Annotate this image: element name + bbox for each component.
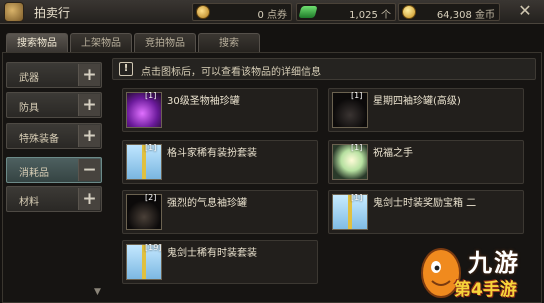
category-armor[interactable]: 防具 + — [6, 92, 102, 118]
item-card[interactable]: [1] 格斗家稀有装扮套装 — [122, 140, 318, 184]
tab-search[interactable]: 搜索 — [198, 33, 260, 52]
category-label: 武器 — [19, 73, 39, 84]
auction-house-icon — [4, 2, 24, 22]
item-card[interactable]: [1] 星期四袖珍罐(高级) — [328, 88, 524, 132]
scroll-down-icon[interactable]: ▼ — [94, 287, 101, 297]
black-jar-icon[interactable] — [332, 92, 368, 128]
item-quantity: [1] — [145, 91, 157, 100]
item-card[interactable]: [1] 祝福之手 — [328, 140, 524, 184]
gem-value: 1,025 — [349, 10, 378, 21]
coupon-icon — [196, 5, 210, 19]
info-bar: ! 点击图标后，可以查看该物品的详细信息 — [112, 58, 536, 80]
item-name: 星期四袖珍罐(高级) — [373, 96, 461, 107]
item-name: 格斗家稀有装扮套装 — [167, 148, 257, 159]
category-special-equipment[interactable]: 特殊装备 + — [6, 123, 102, 149]
item-name: 强烈的气息袖珍罐 — [167, 198, 247, 209]
category-label: 消耗品 — [19, 168, 49, 179]
category-materials[interactable]: 材料 + — [6, 186, 102, 212]
category-label: 特殊装备 — [19, 134, 59, 145]
item-quantity: [2] — [145, 193, 157, 202]
gold-unit: 金币 — [475, 10, 495, 21]
item-quantity: [19] — [145, 243, 162, 252]
category-consumables[interactable]: 消耗品 − — [6, 157, 102, 183]
item-quantity: [1] — [351, 143, 363, 152]
item-quantity: [1] — [351, 193, 363, 202]
watermark-line1: 九游 — [468, 249, 520, 277]
item-card[interactable]: [1] 30级圣物袖珍罐 — [122, 88, 318, 132]
item-card[interactable]: [19] 鬼剑士稀有时装套装 — [122, 240, 318, 284]
coupon-value: 0 — [257, 10, 264, 21]
info-text: 点击图标后，可以查看该物品的详细信息 — [141, 67, 321, 78]
item-name: 祝福之手 — [373, 148, 413, 159]
warning-icon: ! — [119, 62, 133, 76]
expand-icon[interactable]: + — [78, 64, 100, 86]
green-gem-icon — [298, 6, 318, 18]
expand-icon[interactable]: + — [78, 188, 100, 210]
category-label: 材料 — [19, 197, 39, 208]
expand-icon[interactable]: + — [78, 94, 100, 116]
tab-bid-items[interactable]: 竞拍物品 — [134, 33, 196, 52]
item-quantity: [1] — [351, 91, 363, 100]
gift-box-icon[interactable] — [332, 194, 368, 230]
title-bar: 拍卖行 0 点券 1,025 个 64,308 金币 ✕ — [0, 0, 544, 24]
gift-box-icon[interactable] — [126, 144, 162, 180]
gem-balance: 1,025 个 — [296, 3, 396, 21]
gem-unit: 个 — [381, 10, 391, 21]
item-name: 鬼剑士时装奖励宝箱 二 — [373, 198, 477, 209]
tab-list-items[interactable]: 上架物品 — [70, 33, 132, 52]
category-label: 防具 — [19, 103, 39, 114]
item-name: 30级圣物袖珍罐 — [167, 96, 240, 107]
coupon-unit: 点券 — [267, 10, 287, 21]
coupon-balance: 0 点券 — [192, 3, 292, 21]
item-card[interactable]: [2] 强烈的气息袖珍罐 — [122, 190, 318, 234]
collapse-icon[interactable]: − — [78, 159, 100, 181]
watermark-line2: 第4手游 — [454, 280, 517, 300]
black-jar-icon[interactable] — [126, 194, 162, 230]
window-title: 拍卖行 — [34, 6, 71, 20]
close-icon[interactable]: ✕ — [516, 2, 534, 20]
tab-search-items[interactable]: 搜索物品 — [6, 33, 68, 52]
category-weapons[interactable]: 武器 + — [6, 62, 102, 88]
purple-jar-icon[interactable] — [126, 92, 162, 128]
gold-value: 64,308 — [436, 10, 472, 21]
glowing-hand-icon[interactable] — [332, 144, 368, 180]
item-quantity: [1] — [145, 143, 157, 152]
gold-balance: 64,308 金币 — [398, 3, 500, 21]
item-card[interactable]: [1] 鬼剑士时装奖励宝箱 二 — [328, 190, 524, 234]
watermark-logo: 九游 第4手游 — [418, 243, 540, 301]
expand-icon[interactable]: + — [78, 125, 100, 147]
gold-coin-icon — [402, 5, 416, 19]
item-name: 鬼剑士稀有时装套装 — [167, 248, 257, 259]
